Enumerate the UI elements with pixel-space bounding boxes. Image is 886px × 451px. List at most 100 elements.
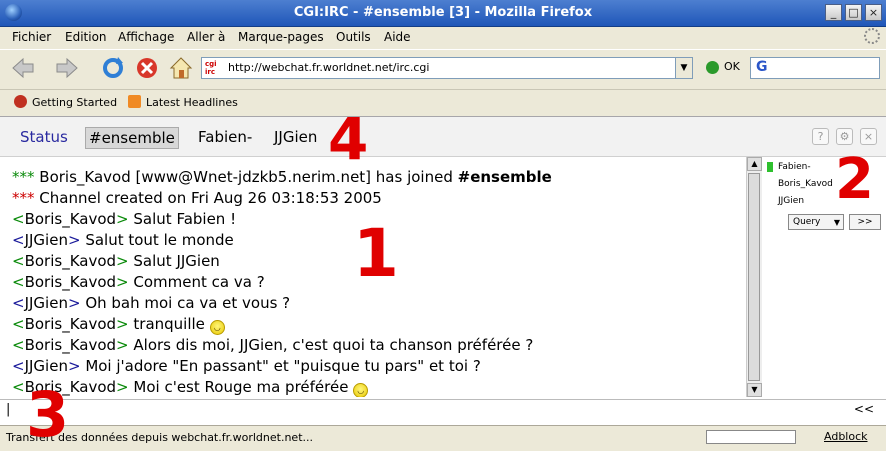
nick-close-bracket: > xyxy=(116,315,129,333)
google-search-icon[interactable]: G xyxy=(756,59,768,75)
nick-close-bracket: > xyxy=(116,252,129,270)
nick-close-bracket: > xyxy=(116,336,129,354)
message-nick[interactable]: Boris_Kavod xyxy=(25,336,116,354)
close-button[interactable]: × xyxy=(865,4,882,21)
log-line: *** Boris_Kavod [www@Wnet-jdzkb5.nerim.n… xyxy=(12,168,552,186)
search-box[interactable]: G xyxy=(750,57,880,79)
rss-icon xyxy=(128,95,141,108)
url-dropdown-icon[interactable]: ▼ xyxy=(675,58,692,78)
nick-close-bracket: > xyxy=(116,273,129,291)
scroll-up-icon[interactable]: ▲ xyxy=(747,157,762,171)
message-nick[interactable]: Boris_Kavod xyxy=(25,273,116,291)
stop-icon[interactable] xyxy=(134,55,160,81)
cgiirc-favicon: cgi irc xyxy=(205,60,217,76)
tab-jjgien[interactable]: JJGien xyxy=(271,127,320,147)
go-icon[interactable] xyxy=(706,61,719,74)
go-button[interactable]: OK xyxy=(724,60,740,73)
channel-tabs: Status #ensemble Fabien- JJGien ? ⚙ × xyxy=(0,117,886,157)
menu-affichage[interactable]: Affichage xyxy=(118,30,174,44)
forward-icon[interactable] xyxy=(54,55,80,81)
nick-item[interactable]: Boris_Kavod xyxy=(778,179,833,189)
message-text: Salut JJGien xyxy=(133,252,220,270)
message-input-row: | << xyxy=(0,399,886,422)
log-scrollbar[interactable]: ▲ ▼ xyxy=(746,157,762,397)
log-line: <Boris_Kavod> Alors dis moi, JJGien, c'e… xyxy=(12,336,533,354)
smiley-icon: ◡ xyxy=(209,320,225,335)
menu-aide[interactable]: Aide xyxy=(384,30,411,44)
op-indicator-icon xyxy=(767,162,773,172)
message-input[interactable]: | xyxy=(6,402,846,420)
message-text: Boris_Kavod [www@Wnet-jdzkb5.nerim.net] … xyxy=(39,168,458,186)
query-select[interactable]: Query ▼ xyxy=(788,214,844,230)
message-nick[interactable]: JJGien xyxy=(25,357,68,375)
firefox-icon xyxy=(14,95,27,108)
bookmarks-toolbar: Getting Started Latest Headlines xyxy=(0,89,886,114)
log-line: <JJGien> Moi j'adore "En passant" et "pu… xyxy=(12,357,481,375)
nick-open-bracket: < xyxy=(12,231,25,249)
channel-name: #ensemble xyxy=(457,168,552,186)
window-title: CGI:IRC - #ensemble [3] - Mozilla Firefo… xyxy=(293,5,593,20)
log-line: <Boris_Kavod> tranquille ◡ xyxy=(12,315,225,335)
log-line: <Boris_Kavod> Comment ca va ? xyxy=(12,273,265,291)
annotation-1: 1 xyxy=(353,215,399,292)
message-text: Channel created on Fri Aug 26 03:18:53 2… xyxy=(39,189,382,207)
tab-ensemble[interactable]: #ensemble xyxy=(85,127,179,149)
bookmark-latest-headlines[interactable]: Latest Headlines xyxy=(146,96,238,109)
query-go-button[interactable]: >> xyxy=(849,214,881,230)
log-line: <JJGien> Oh bah moi ca va et vous ? xyxy=(12,294,290,312)
smiley-icon: ◡ xyxy=(353,383,369,397)
message-text: Moi j'adore "En passant" et "puisque tu … xyxy=(85,357,481,375)
nick-close-bracket: > xyxy=(116,210,129,228)
log-line: <JJGien> Salut tout le monde xyxy=(12,231,234,249)
reload-icon[interactable] xyxy=(100,55,126,81)
menu-edition[interactable]: Edition xyxy=(65,30,107,44)
message-nick[interactable]: Boris_Kavod xyxy=(25,252,116,270)
event-marker: *** xyxy=(12,168,35,186)
message-text: Moi c'est Rouge ma préférée xyxy=(133,378,349,396)
nick-open-bracket: < xyxy=(12,294,25,312)
close-tab-icon[interactable]: × xyxy=(860,128,877,145)
nick-open-bracket: < xyxy=(12,378,25,396)
nick-open-bracket: < xyxy=(12,273,25,291)
scroll-down-icon[interactable]: ▼ xyxy=(747,383,762,397)
minimize-button[interactable]: _ xyxy=(825,4,842,21)
nick-open-bracket: < xyxy=(12,210,25,228)
scroll-thumb[interactable] xyxy=(748,173,760,381)
help-icon[interactable]: ? xyxy=(812,128,829,145)
menu-marque-pages[interactable]: Marque-pages xyxy=(238,30,324,44)
message-text: tranquille xyxy=(133,315,205,333)
maximize-button[interactable]: □ xyxy=(845,4,862,21)
tab-status[interactable]: Status xyxy=(17,127,71,147)
menu-aller[interactable]: Aller à xyxy=(187,30,225,44)
message-nick[interactable]: Boris_Kavod xyxy=(25,210,116,228)
title-bar[interactable]: CGI:IRC - #ensemble [3] - Mozilla Firefo… xyxy=(0,0,886,27)
message-nick[interactable]: JJGien xyxy=(25,231,68,249)
back-icon[interactable] xyxy=(10,55,36,81)
event-marker: *** xyxy=(12,189,35,207)
chevron-down-icon: ▼ xyxy=(833,218,840,227)
menu-fichier[interactable]: Fichier xyxy=(12,30,51,44)
cgiirc-frame: Status #ensemble Fabien- JJGien ? ⚙ × **… xyxy=(0,116,886,427)
url-text: http://webchat.fr.worldnet.net/irc.cgi xyxy=(228,61,430,74)
nick-close-bracket: > xyxy=(67,357,81,375)
toggle-nicklist-button[interactable]: << xyxy=(854,402,874,416)
query-select-value: Query xyxy=(793,217,821,227)
throbber-icon xyxy=(864,28,880,44)
home-icon[interactable] xyxy=(168,55,194,81)
bookmark-getting-started[interactable]: Getting Started xyxy=(32,96,117,109)
tab-fabien[interactable]: Fabien- xyxy=(195,127,255,147)
message-text: Salut Fabien ! xyxy=(133,210,237,228)
adblock-link[interactable]: Adblock xyxy=(824,430,868,443)
annotation-3: 3 xyxy=(26,378,70,451)
nick-item[interactable]: JJGien xyxy=(778,196,804,206)
nick-close-bracket: > xyxy=(67,231,81,249)
message-nick[interactable]: Boris_Kavod xyxy=(25,315,116,333)
nick-open-bracket: < xyxy=(12,315,25,333)
message-nick[interactable]: JJGien xyxy=(25,294,68,312)
nick-open-bracket: < xyxy=(12,357,25,375)
nick-open-bracket: < xyxy=(12,252,25,270)
menu-outils[interactable]: Outils xyxy=(336,30,371,44)
url-bar[interactable]: cgi irc http://webchat.fr.worldnet.net/i… xyxy=(201,57,693,79)
nick-item[interactable]: Fabien- xyxy=(778,162,811,172)
options-icon[interactable]: ⚙ xyxy=(836,128,853,145)
